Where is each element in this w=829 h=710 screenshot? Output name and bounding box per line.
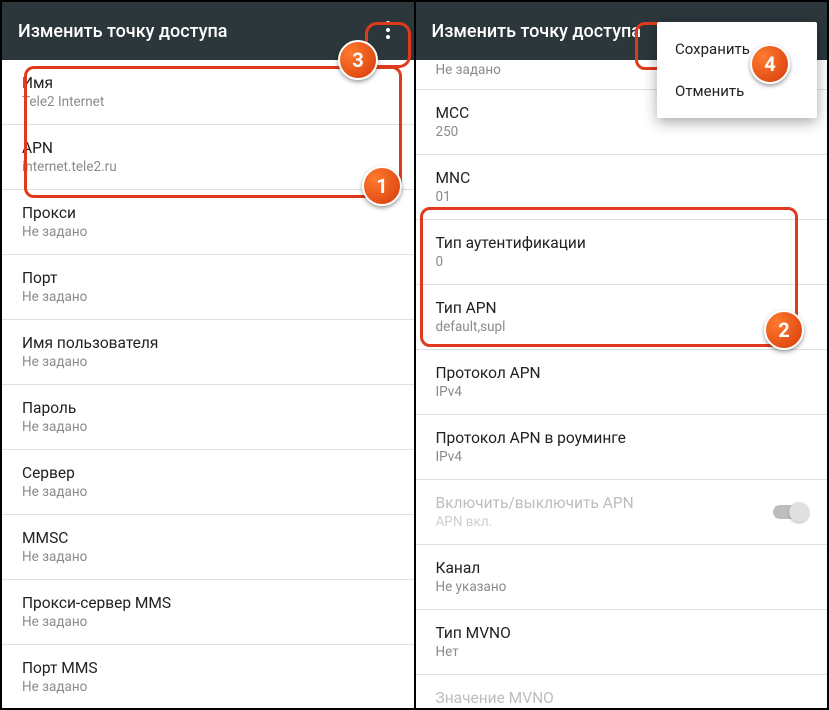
settings-list-left: Имя Tele2 Internet APN internet.tele2.ru… xyxy=(2,60,414,708)
toggle-switch xyxy=(773,505,807,519)
row-mms-proxy[interactable]: Прокси-сервер MMS Не задано xyxy=(2,580,414,645)
settings-list-right: Не задано MCC 250 MNC 01 Тип аутентифика… xyxy=(416,60,828,708)
row-label: Прокси xyxy=(22,204,394,222)
row-label: Тип MVNO xyxy=(436,624,808,642)
row-username[interactable]: Имя пользователя Не задано xyxy=(2,320,414,385)
row-label: Значение MVNO xyxy=(436,689,808,707)
popup-save[interactable]: Сохранить xyxy=(657,28,817,70)
more-vert-icon xyxy=(386,21,390,39)
row-value: Не задано xyxy=(22,549,394,565)
row-mvno-type[interactable]: Тип MVNO Нет xyxy=(416,610,828,675)
annotation-badge-3: 3 xyxy=(338,40,378,80)
row-value: Не задано xyxy=(22,679,394,695)
row-apn-roaming-protocol[interactable]: Протокол APN в роуминге IPv4 xyxy=(416,415,828,480)
row-label: Тип аутентификации xyxy=(436,234,808,252)
row-value: 0 xyxy=(436,254,808,270)
row-label: Имя пользователя xyxy=(22,334,394,352)
row-proxy[interactable]: Прокси Не задано xyxy=(2,190,414,255)
overflow-menu-button[interactable] xyxy=(368,10,408,50)
row-value: Не задано xyxy=(22,289,394,305)
row-value: IPv4 xyxy=(436,384,808,400)
row-label: Тип APN xyxy=(436,299,808,317)
row-label: Сервер xyxy=(22,464,394,482)
row-value: internet.tele2.ru xyxy=(22,159,394,175)
row-value: IPv4 xyxy=(436,449,808,465)
row-label: Включить/выключить APN xyxy=(436,494,634,512)
screen-left: Изменить точку доступа Имя Tele2 Interne… xyxy=(2,2,415,708)
row-value: Tele2 Internet xyxy=(22,94,394,110)
row-label: APN xyxy=(22,139,394,157)
dual-screenshot-container: Изменить точку доступа Имя Tele2 Interne… xyxy=(0,0,829,710)
row-value: default,supl xyxy=(436,319,808,335)
row-auth-type[interactable]: Тип аутентификации 0 xyxy=(416,220,828,285)
row-value: Нет xyxy=(436,644,808,660)
row-apn-protocol[interactable]: Протокол APN IPv4 xyxy=(416,350,828,415)
row-label: Протокол APN в роуминге xyxy=(436,429,808,447)
row-label: Прокси-сервер MMS xyxy=(22,594,394,612)
header-title-left: Изменить точку доступа xyxy=(18,21,228,42)
annotation-badge-2: 2 xyxy=(764,310,804,350)
row-value: Не задано xyxy=(22,224,394,240)
row-mmsc[interactable]: MMSC Не задано xyxy=(2,515,414,580)
row-password[interactable]: Пароль Не задано xyxy=(2,385,414,450)
row-value: Не задано xyxy=(22,484,394,500)
row-mvno-value: Значение MVNO Не задано xyxy=(416,675,828,708)
row-label: MNC xyxy=(436,169,808,187)
row-label: Пароль xyxy=(22,399,394,417)
annotation-badge-4: 4 xyxy=(750,44,790,84)
row-value: Не указано xyxy=(436,579,808,595)
annotation-badge-1: 1 xyxy=(362,166,402,206)
overflow-popup-menu: Сохранить Отменить xyxy=(657,22,817,118)
row-apn-type[interactable]: Тип APN default,supl xyxy=(416,285,828,350)
row-channel[interactable]: Канал Не указано xyxy=(416,545,828,610)
row-label: Порт xyxy=(22,269,394,287)
row-label: Имя xyxy=(22,74,394,92)
header-title-right: Изменить точку доступа xyxy=(432,21,642,42)
popup-cancel[interactable]: Отменить xyxy=(657,70,817,112)
row-label: MMSC xyxy=(22,529,394,547)
row-value: APN вкл. xyxy=(436,514,634,530)
row-label: Протокол APN xyxy=(436,364,808,382)
row-apn[interactable]: APN internet.tele2.ru xyxy=(2,125,414,190)
row-server[interactable]: Сервер Не задано xyxy=(2,450,414,515)
row-value: 01 xyxy=(436,189,808,205)
row-value: Не задано xyxy=(22,614,394,630)
row-apn-enable: Включить/выключить APN APN вкл. xyxy=(416,480,828,545)
row-label: Порт MMS xyxy=(22,659,394,677)
row-port[interactable]: Порт Не задано xyxy=(2,255,414,320)
row-value: Не задано xyxy=(22,354,394,370)
row-mms-port[interactable]: Порт MMS Не задано xyxy=(2,645,414,708)
screen-right: Изменить точку доступа Не задано MCC 250… xyxy=(415,2,828,708)
row-value: Не задано xyxy=(22,419,394,435)
row-mnc[interactable]: MNC 01 xyxy=(416,155,828,220)
row-label: Канал xyxy=(436,559,808,577)
row-value: 250 xyxy=(436,124,808,140)
